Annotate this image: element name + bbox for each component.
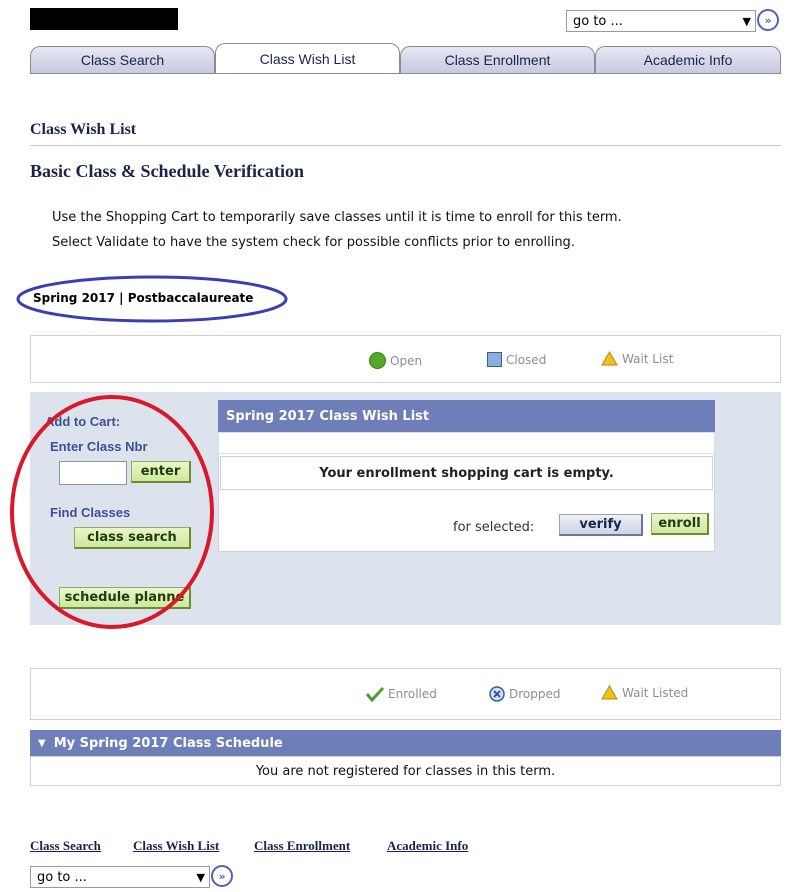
footer-goto-label: go to ...	[37, 869, 87, 885]
collapse-triangle-icon: ▼	[38, 737, 46, 749]
annotation-red-ellipse	[10, 395, 214, 629]
instruction-line: Select Validate to have the system check…	[52, 235, 575, 250]
goto-select[interactable]: go to ... ▼	[566, 10, 756, 32]
title-rule	[30, 145, 781, 146]
closed-icon	[487, 352, 502, 367]
footer-goto-select[interactable]: go to ... ▼	[30, 866, 210, 888]
tab-class-wish-list[interactable]: Class Wish List	[215, 43, 400, 73]
tab-divider	[30, 73, 781, 74]
redacted-banner	[30, 8, 178, 30]
goto-label: go to ...	[573, 13, 623, 29]
legend-enrolled-label: Enrolled	[388, 687, 437, 701]
open-icon	[369, 352, 386, 369]
legend-waitlist-label: Wait List	[622, 351, 674, 366]
checkmark-icon	[366, 686, 384, 702]
legend-waitlist: Wait List	[601, 351, 673, 366]
legend-waitlisted-label: Wait Listed	[622, 685, 689, 700]
wish-list-header-row	[218, 432, 715, 454]
legend-waitlisted: Wait Listed	[601, 685, 688, 700]
legend-closed: Closed	[487, 352, 546, 367]
legend-open-label: Open	[390, 353, 423, 368]
legend-closed-label: Closed	[506, 352, 547, 367]
annotation-blue-ellipse	[16, 275, 288, 323]
wish-list-header: Spring 2017 Class Wish List	[218, 400, 715, 432]
chevron-down-icon: ▼	[196, 871, 205, 884]
page-subtitle: Basic Class & Schedule Verification	[30, 161, 305, 181]
footer-link-class-wish-list[interactable]: Class Wish List	[133, 838, 219, 854]
footer-link-class-enrollment[interactable]: Class Enrollment	[254, 838, 350, 854]
wish-list-empty-message: Your enrollment shopping cart is empty.	[220, 456, 713, 490]
legend-dropped: Dropped	[489, 686, 561, 702]
enroll-button[interactable]: enroll	[651, 513, 709, 535]
footer-link-academic-info[interactable]: Academic Info	[387, 838, 468, 854]
legend-enrolled: Enrolled	[366, 686, 437, 702]
schedule-message: You are not registered for classes in th…	[30, 756, 781, 786]
tab-academic-info[interactable]: Academic Info	[595, 46, 781, 73]
instruction-line: Use the Shopping Cart to temporarily sav…	[52, 210, 622, 225]
waitlist-icon	[601, 351, 618, 366]
tab-class-enrollment[interactable]: Class Enrollment	[400, 46, 595, 73]
dropped-icon	[489, 686, 505, 702]
page-title: Class Wish List	[30, 121, 137, 138]
schedule-header-label: My Spring 2017 Class Schedule	[53, 735, 283, 751]
for-selected-label: for selected:	[453, 520, 535, 535]
enrollment-legend: Enrolled Dropped Wait Listed	[30, 668, 781, 720]
tab-class-search[interactable]: Class Search	[30, 46, 215, 73]
footer-link-class-search[interactable]: Class Search	[30, 838, 101, 854]
go-icon[interactable]: »	[757, 9, 779, 31]
footer-go-icon[interactable]: »	[211, 865, 233, 887]
chevron-down-icon: ▼	[742, 15, 751, 28]
legend-open: Open	[369, 352, 422, 369]
schedule-header[interactable]: ▼ My Spring 2017 Class Schedule	[30, 730, 781, 756]
status-legend: Open Closed Wait List	[30, 335, 781, 383]
verify-button[interactable]: verify	[559, 514, 643, 536]
legend-dropped-label: Dropped	[509, 687, 561, 701]
waitlisted-icon	[601, 685, 618, 700]
